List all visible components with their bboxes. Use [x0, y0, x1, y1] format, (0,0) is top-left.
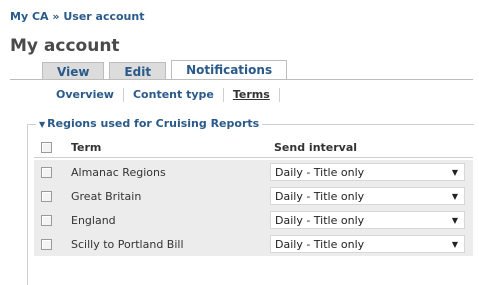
tab-view[interactable]: View — [42, 62, 105, 80]
column-header-term: Term — [71, 140, 102, 154]
send-interval-select[interactable]: Daily - Title only ▼ — [270, 211, 465, 229]
tabs-divider — [10, 79, 473, 80]
fieldset-legend-label: Regions used for Cruising Reports — [47, 117, 260, 130]
send-interval-value: Daily - Title only — [275, 238, 365, 251]
dropdown-caret-icon: ▼ — [451, 192, 458, 201]
table-row: England Daily - Title only ▼ — [34, 208, 473, 233]
row-checkbox[interactable] — [41, 214, 52, 226]
send-interval-select[interactable]: Daily - Title only ▼ — [270, 235, 465, 253]
term-label: Great Britain — [71, 189, 142, 203]
subtab-terms[interactable]: Terms — [224, 88, 280, 102]
secondary-tabs: Overview Content type Terms — [42, 88, 280, 102]
send-interval-value: Daily - Title only — [275, 166, 365, 179]
dropdown-caret-icon: ▼ — [451, 216, 458, 225]
select-all-checkbox[interactable] — [41, 141, 52, 153]
breadcrumb: My CA » User account — [10, 10, 144, 23]
column-header-send-interval: Send interval — [274, 140, 358, 154]
breadcrumb-current-link[interactable]: User account — [63, 10, 144, 23]
table-row: Almanac Regions Daily - Title only ▼ — [34, 160, 473, 185]
row-checkbox[interactable] — [41, 190, 52, 202]
row-checkbox[interactable] — [41, 238, 52, 250]
tab-edit[interactable]: Edit — [109, 62, 167, 80]
breadcrumb-home-link[interactable]: My CA — [10, 10, 49, 23]
breadcrumb-separator: » — [52, 10, 60, 23]
subtab-content-type[interactable]: Content type — [124, 88, 224, 102]
send-interval-select[interactable]: Daily - Title only ▼ — [270, 187, 465, 205]
term-label: Scilly to Portland Bill — [71, 237, 184, 251]
subtab-overview[interactable]: Overview — [42, 88, 124, 102]
send-interval-select[interactable]: Daily - Title only ▼ — [270, 163, 465, 181]
send-interval-value: Daily - Title only — [275, 214, 365, 227]
primary-tabs: View Edit Notifications — [42, 60, 292, 80]
table-row: Great Britain Daily - Title only ▼ — [34, 184, 473, 209]
term-label: England — [71, 213, 116, 227]
table-header-row: Term Send interval — [34, 137, 473, 158]
tab-notifications[interactable]: Notifications — [171, 60, 288, 80]
term-label: Almanac Regions — [71, 165, 166, 179]
table-row: Scilly to Portland Bill Daily - Title on… — [34, 232, 473, 257]
dropdown-caret-icon: ▼ — [451, 168, 458, 177]
fieldset-legend[interactable]: ▼ Regions used for Cruising Reports — [36, 117, 263, 130]
page-title: My account — [10, 36, 120, 56]
collapse-arrow-icon[interactable]: ▼ — [39, 120, 45, 129]
row-checkbox[interactable] — [41, 166, 52, 178]
dropdown-caret-icon: ▼ — [451, 240, 458, 249]
send-interval-value: Daily - Title only — [275, 190, 365, 203]
